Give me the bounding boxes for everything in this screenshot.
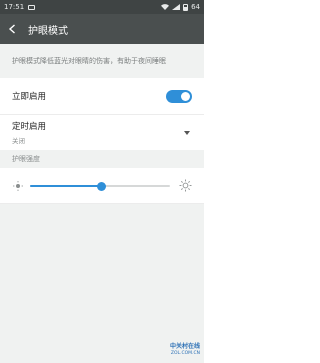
battery-icon [183,3,189,11]
sun-low-icon [13,181,23,191]
sun-high-icon [179,179,192,192]
wifi-icon [161,4,170,10]
signal-icon [172,4,181,10]
battery-level: 64 [191,3,200,11]
schedule-value: 关闭 [12,137,25,145]
screen: 17:51 64 护眼模式 护眼模式降低蓝光对眼睛的伤害，有助于夜间睡眠 立即启… [0,0,204,363]
enable-now-switch[interactable] [166,89,192,103]
status-bar: 17:51 64 [0,0,204,14]
description-text: 护眼模式降低蓝光对眼睛的伤害，有助于夜间睡眠 [0,44,204,78]
page-title: 护眼模式 [28,25,68,37]
brightness-slider[interactable] [30,181,170,191]
enable-now-row[interactable]: 立即启用 [0,78,204,115]
back-button[interactable] [0,14,24,44]
brightness-section-header: 护眼强度 [0,150,204,168]
schedule-label: 定时启用 [12,122,47,132]
slider-thumb[interactable] [96,181,106,191]
dropdown-arrow-icon[interactable] [184,130,190,135]
watermark-logo: 中关村在线 ZOL.COM.CN [160,343,200,359]
enable-now-label: 立即启用 [12,92,47,102]
watermark-main: 中关村在线 [169,343,200,350]
brightness-slider-row [0,168,204,204]
empty-area [0,204,204,363]
status-time: 17:51 [4,3,25,11]
watermark-sub: ZOL.COM.CN [170,351,200,356]
slider-fill [30,185,102,187]
switch-knob [181,91,190,101]
status-icons: 64 [161,3,200,11]
toolbar: 护眼模式 [0,14,204,44]
image-icon [28,4,36,10]
back-chevron-icon [8,24,15,34]
schedule-row[interactable]: 定时启用 关闭 [0,115,204,150]
schedule-text: 定时启用 关闭 [12,120,46,145]
